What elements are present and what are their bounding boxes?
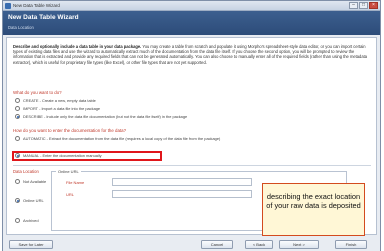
highlight-box xyxy=(12,151,162,161)
radio-automatic[interactable] xyxy=(15,136,20,141)
option-automatic[interactable]: AUTOMATIC - Extract the documentation fr… xyxy=(15,136,220,141)
radio-not-available[interactable] xyxy=(15,179,20,184)
wizard-window: New Data Table Wizard – □ × New Data Tab… xyxy=(2,0,381,251)
finish-button[interactable]: Finish xyxy=(335,240,367,249)
back-button[interactable]: < Back xyxy=(245,240,273,249)
window-title: New Data Table Wizard xyxy=(13,3,60,8)
online-url-legend: Online URL xyxy=(56,169,81,174)
annotation-callout: describing the exact location of your ra… xyxy=(262,183,365,236)
location-not-available[interactable]: Not Available xyxy=(15,179,46,184)
wizard-title: New Data Table Wizard xyxy=(8,14,79,21)
file-name-label: File Name xyxy=(66,180,85,185)
data-location-label: Data Location xyxy=(13,169,39,174)
app-icon xyxy=(5,3,11,9)
wizard-footer: Save for Later Cancel < Back Next > Fini… xyxy=(3,237,380,251)
location-online-url[interactable]: Online URL xyxy=(15,198,44,203)
question-how-to-enter: How do you want to enter the documentati… xyxy=(13,128,127,133)
maximize-button[interactable]: □ xyxy=(359,2,368,9)
minimize-button[interactable]: – xyxy=(349,2,358,9)
option-automatic-label: AUTOMATIC - Extract the documentation fr… xyxy=(23,136,221,141)
url-input[interactable] xyxy=(112,190,252,198)
location-online-url-label: Online URL xyxy=(23,198,44,203)
option-create-label: CREATE - Create a new, empty data table xyxy=(23,98,96,103)
option-import[interactable]: IMPORT - Import a data file into the pac… xyxy=(15,106,100,111)
wizard-header: New Data Table Wizard Data Location xyxy=(3,11,380,35)
option-create[interactable]: CREATE - Create a new, empty data table xyxy=(15,98,96,103)
file-name-input[interactable] xyxy=(112,178,252,186)
option-describe[interactable]: DESCRIBE - Include only the data file do… xyxy=(15,114,187,119)
save-for-later-button[interactable]: Save for Later xyxy=(9,240,53,249)
location-not-available-label: Not Available xyxy=(23,179,47,184)
radio-import[interactable] xyxy=(15,106,20,111)
location-archived[interactable]: Archived xyxy=(15,218,39,223)
next-button[interactable]: Next > xyxy=(279,240,319,249)
url-label: URL xyxy=(66,192,75,197)
option-describe-label: DESCRIBE - Include only the data file do… xyxy=(23,114,188,119)
title-bar[interactable]: New Data Table Wizard – □ × xyxy=(3,1,380,11)
radio-describe[interactable] xyxy=(15,114,20,119)
close-button[interactable]: × xyxy=(369,2,378,9)
window-controls: – □ × xyxy=(349,2,378,9)
description-text: Describe and optionally include a data t… xyxy=(13,44,371,65)
question-what-to-do: What do you want to do? xyxy=(13,90,62,95)
radio-archived[interactable] xyxy=(15,218,20,223)
location-archived-label: Archived xyxy=(23,218,39,223)
radio-online-url[interactable] xyxy=(15,198,20,203)
divider xyxy=(13,165,371,166)
wizard-step-name: Data Location xyxy=(8,25,34,30)
cancel-button[interactable]: Cancel xyxy=(201,240,233,249)
radio-create[interactable] xyxy=(15,98,20,103)
option-import-label: IMPORT - Import a data file into the pac… xyxy=(23,106,101,111)
